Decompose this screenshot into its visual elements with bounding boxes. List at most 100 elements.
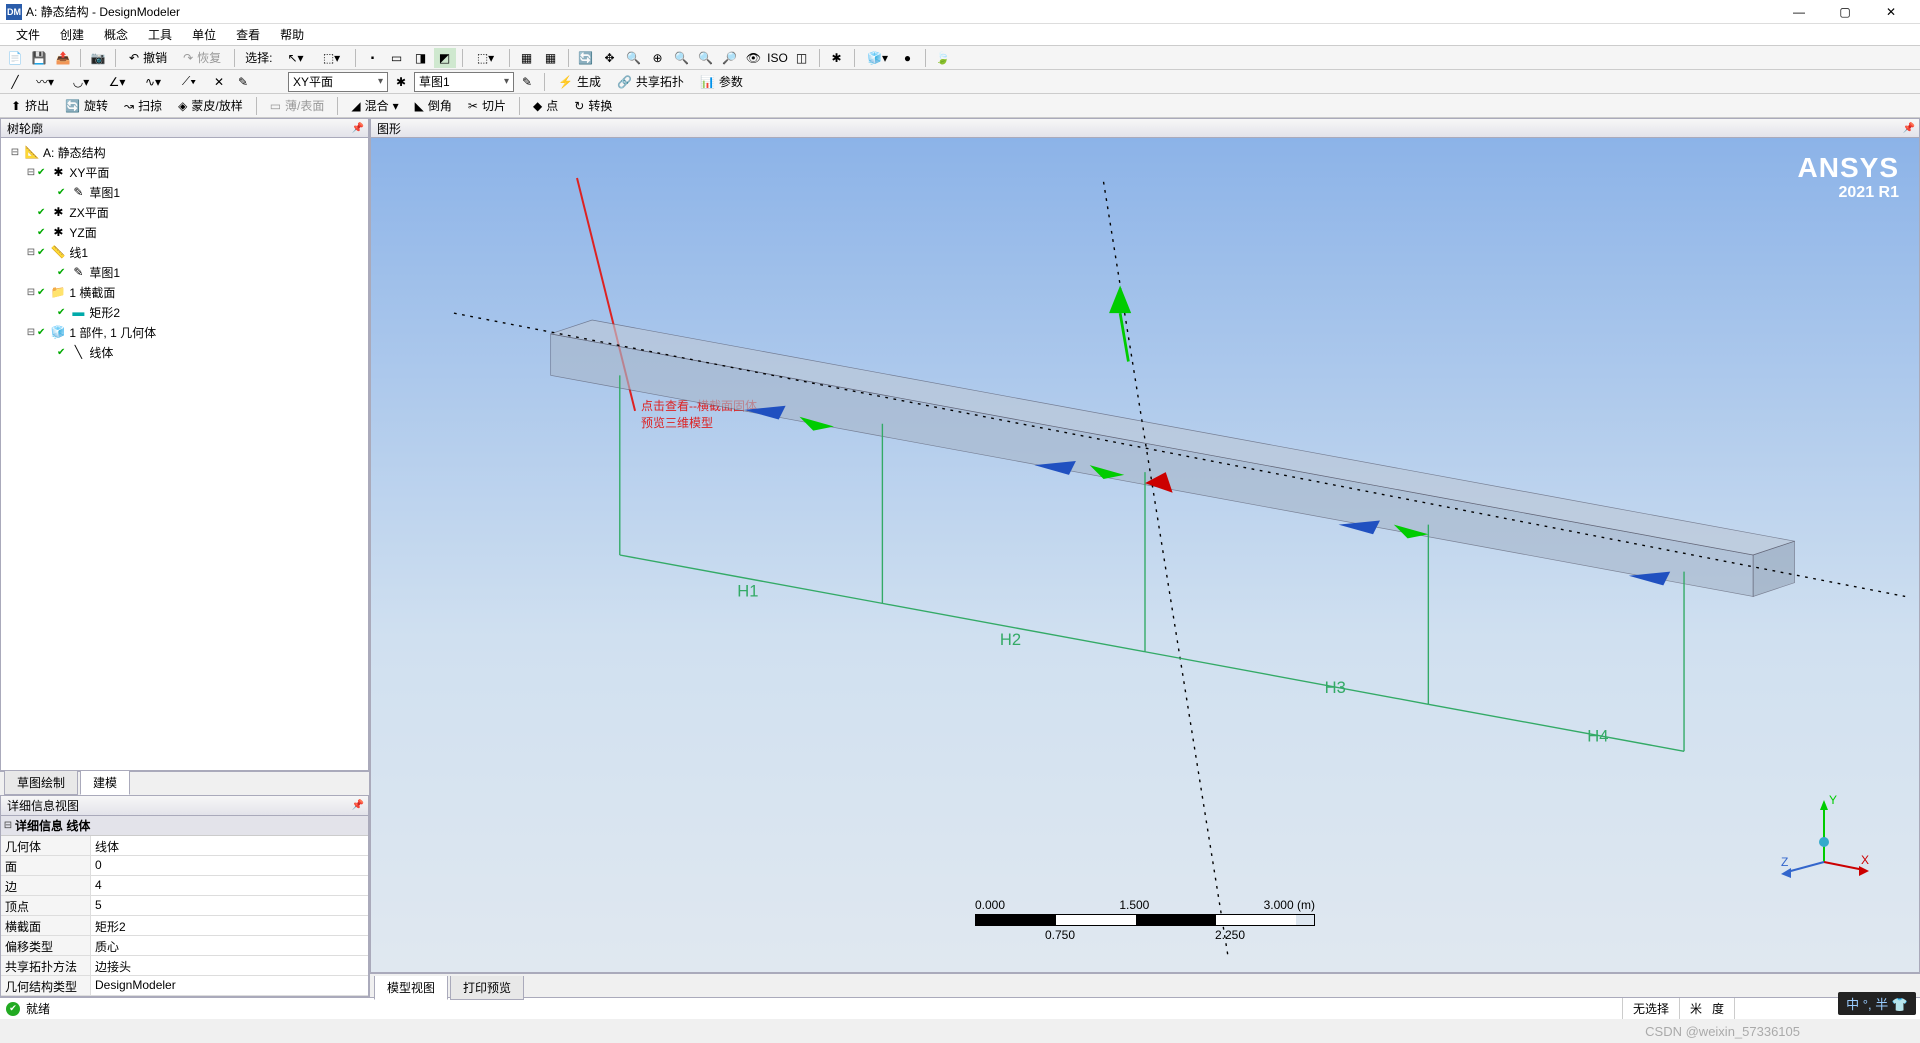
menu-concept[interactable]: 概念 <box>94 24 138 45</box>
detail-value[interactable]: 4 <box>91 876 368 895</box>
detail-value[interactable]: 线体 <box>91 836 368 855</box>
detail-row[interactable]: 边4 <box>1 876 368 896</box>
grid1-icon[interactable]: ▦ <box>516 48 538 68</box>
parameters-button[interactable]: 📊参数 <box>693 70 750 93</box>
sketch-dropdown[interactable]: 草图1 <box>414 72 514 92</box>
select-face-icon[interactable]: ◨ <box>410 48 432 68</box>
sphere-icon[interactable]: ● <box>897 48 919 68</box>
tab-model-view[interactable]: 模型视图 <box>374 976 448 1000</box>
maximize-button[interactable]: ▢ <box>1822 0 1868 24</box>
sketch-curve-icon[interactable]: ∿▾ <box>136 72 170 92</box>
menu-create[interactable]: 创建 <box>50 24 94 45</box>
skin-button[interactable]: ◈蒙皮/放样 <box>171 94 250 117</box>
tree-parts[interactable]: ⊟✔🧊1 部件, 1 几何体 <box>5 322 364 342</box>
viewport-3d[interactable]: ANSYS 2021 R1 点击查看--横截面固体 预览三维模型 <box>370 138 1920 973</box>
tree-yz-plane[interactable]: ✔✱YZ面 <box>5 222 364 242</box>
detail-row[interactable]: 面0 <box>1 856 368 876</box>
tree-line-body[interactable]: ✔╲线体 <box>5 342 364 362</box>
select-edge-icon[interactable]: ▭ <box>386 48 408 68</box>
convert-button[interactable]: ↻转换 <box>567 94 619 117</box>
plane-dropdown[interactable]: XY平面 <box>288 72 388 92</box>
tab-print-preview[interactable]: 打印预览 <box>450 976 524 1000</box>
detail-value[interactable]: DesignModeler <box>91 976 368 995</box>
tree-line1[interactable]: ⊟✔📏线1 <box>5 242 364 262</box>
sketch-trim-icon[interactable]: ✎ <box>232 72 254 92</box>
minimize-button[interactable]: ― <box>1776 0 1822 24</box>
thin-button[interactable]: ▭薄/表面 <box>263 94 332 117</box>
leaf-icon[interactable]: 🍃 <box>932 48 954 68</box>
slice-button[interactable]: ✂切片 <box>461 94 513 117</box>
magnify-icon[interactable]: 🔎 <box>719 48 741 68</box>
blend-button[interactable]: ◢混合 ▾ <box>344 94 405 117</box>
zoom-box-icon[interactable]: 🔍 <box>623 48 645 68</box>
pin-icon[interactable]: 📌 <box>352 123 364 134</box>
chamfer-button[interactable]: ◣倒角 <box>408 94 459 117</box>
detail-value[interactable]: 0 <box>91 856 368 875</box>
box-select-icon[interactable]: ⬚▾ <box>469 48 503 68</box>
detail-value[interactable]: 边接头 <box>91 956 368 975</box>
detail-row[interactable]: 几何体线体 <box>1 836 368 856</box>
extrude-button[interactable]: ⬆挤出 <box>4 94 56 117</box>
sketch-line-icon[interactable]: ╱ <box>4 72 26 92</box>
tree-outline[interactable]: ⊟📐A: 静态结构 ⊟✔✱XY平面 ✔✎草图1 ✔✱ZX平面 ✔✱YZ面 ⊟✔📏… <box>0 138 369 771</box>
select-point-icon[interactable]: ⬝ <box>362 48 384 68</box>
detail-row[interactable]: 共享拓扑方法边接头 <box>1 956 368 976</box>
grid2-icon[interactable]: ▦ <box>540 48 562 68</box>
new-icon[interactable]: 📄 <box>4 48 26 68</box>
pan-icon[interactable]: ✥ <box>599 48 621 68</box>
detail-value[interactable]: 5 <box>91 896 368 915</box>
save-icon[interactable]: 💾 <box>28 48 50 68</box>
tab-modeling[interactable]: 建模 <box>80 770 130 795</box>
generate-button[interactable]: ⚡生成 <box>551 70 608 93</box>
new-sketch-icon[interactable]: ✎ <box>516 72 538 92</box>
detail-row[interactable]: 几何结构类型DesignModeler <box>1 976 368 996</box>
menu-view[interactable]: 查看 <box>226 24 270 45</box>
look-at-icon[interactable]: 👁 <box>743 48 765 68</box>
detail-value[interactable]: 矩形2 <box>91 916 368 935</box>
menu-tools[interactable]: 工具 <box>138 24 182 45</box>
menu-units[interactable]: 单位 <box>182 24 226 45</box>
select-body-icon[interactable]: ◩ <box>434 48 456 68</box>
zoom-in-icon[interactable]: 🔍 <box>671 48 693 68</box>
menu-help[interactable]: 帮助 <box>270 24 314 45</box>
display-icon[interactable]: 🧊▾ <box>861 48 895 68</box>
tab-sketching[interactable]: 草图绘制 <box>4 770 78 795</box>
close-button[interactable]: ✕ <box>1868 0 1914 24</box>
sketch-point-icon[interactable]: ✕ <box>208 72 230 92</box>
point-button[interactable]: ◆点 <box>526 94 565 117</box>
undo-button[interactable]: ↶ 撤销 <box>122 46 174 69</box>
tree-sketch1b[interactable]: ✔✎草图1 <box>5 262 364 282</box>
detail-row[interactable]: 偏移类型质心 <box>1 936 368 956</box>
view-cube-icon[interactable]: ◫ <box>791 48 813 68</box>
select-mode-icon[interactable]: ⬚▾ <box>315 48 349 68</box>
sketch-spline-icon[interactable]: 〰▾ <box>28 72 62 92</box>
sketch-angle-icon[interactable]: ∠▾ <box>100 72 134 92</box>
detail-value[interactable]: 质心 <box>91 936 368 955</box>
pin-icon[interactable]: 📌 <box>352 800 364 811</box>
tree-xy-plane[interactable]: ⊟✔✱XY平面 <box>5 162 364 182</box>
zoom-fit-icon[interactable]: ⊕ <box>647 48 669 68</box>
redo-button[interactable]: ↷ 恢复 <box>176 46 228 69</box>
tree-zx-plane[interactable]: ✔✱ZX平面 <box>5 202 364 222</box>
export-icon[interactable]: 📤 <box>52 48 74 68</box>
revolve-button[interactable]: 🔄旋转 <box>58 94 115 117</box>
rotate-icon[interactable]: 🔄 <box>575 48 597 68</box>
iso-icon[interactable]: ISO <box>767 48 789 68</box>
share-topology-button[interactable]: 🔗共享拓扑 <box>610 70 691 93</box>
sketch-construct-icon[interactable]: ⟋▾ <box>172 72 206 92</box>
plane-tool-icon[interactable]: ✱ <box>826 48 848 68</box>
tree-rect2[interactable]: ✔▬矩形2 <box>5 302 364 322</box>
sweep-button[interactable]: ↝扫掠 <box>117 94 169 117</box>
detail-row[interactable]: 顶点5 <box>1 896 368 916</box>
screenshot-icon[interactable]: 📷 <box>87 48 109 68</box>
new-plane-icon[interactable]: ✱ <box>390 72 412 92</box>
tree-sketch1a[interactable]: ✔✎草图1 <box>5 182 364 202</box>
tree-root[interactable]: ⊟📐A: 静态结构 <box>5 142 364 162</box>
sketch-arc-icon[interactable]: ◡▾ <box>64 72 98 92</box>
cursor-icon[interactable]: ↖▾ <box>279 48 313 68</box>
detail-group[interactable]: ⊟详细信息 线体 <box>1 816 368 836</box>
menu-file[interactable]: 文件 <box>6 24 50 45</box>
detail-row[interactable]: 横截面矩形2 <box>1 916 368 936</box>
pin-icon[interactable]: 📌 <box>1903 123 1915 134</box>
zoom-out-icon[interactable]: 🔍 <box>695 48 717 68</box>
